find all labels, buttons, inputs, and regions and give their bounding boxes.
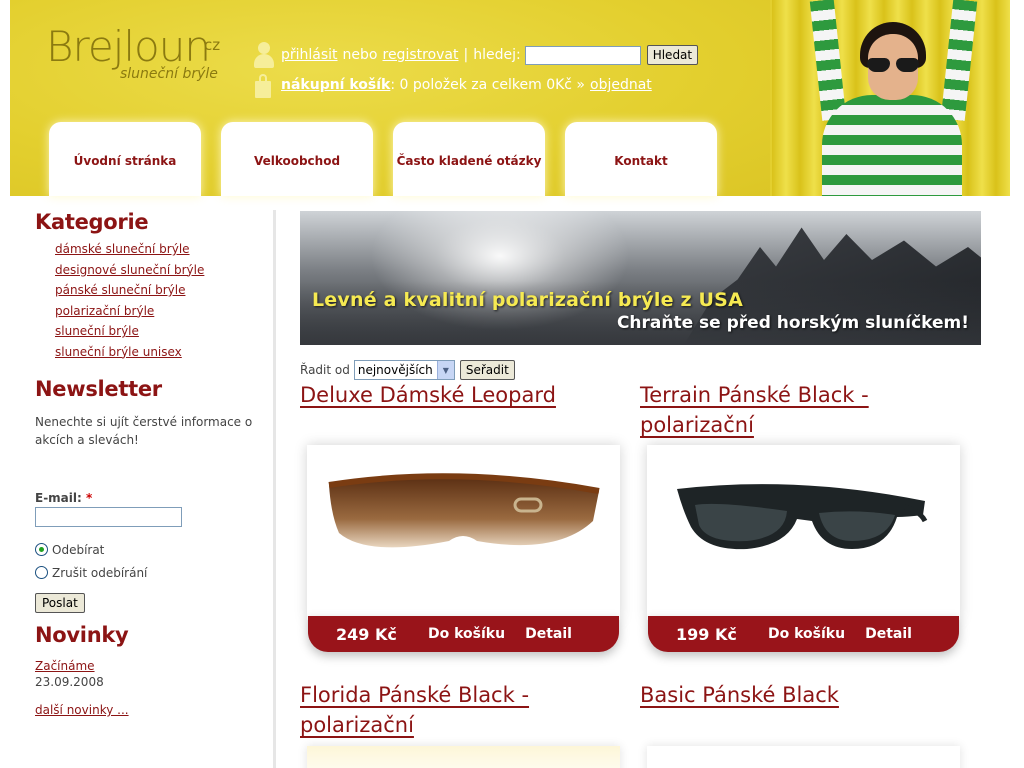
product-title-link[interactable]: Terrain Pánské Black - polarizační <box>640 380 940 440</box>
newsletter-heading: Newsletter <box>35 377 162 401</box>
sort-bar: Řadit od nejnovějších ▼ Seřadit <box>300 360 515 380</box>
category-link-sunglasses[interactable]: sluneční brýle <box>55 324 139 338</box>
category-item: dámské sluneční brýle <box>55 242 265 263</box>
site-header: Brejloun cz sluneční brýle přihlásit neb… <box>10 0 1010 196</box>
unsubscribe-label: Zrušit odebírání <box>52 565 148 580</box>
email-label-text: E-mail: <box>35 491 82 505</box>
user-bar: přihlásit nebo registrovat | hledej: Hle… <box>253 40 699 70</box>
category-link-womens[interactable]: dámské sluneční brýle <box>55 242 190 256</box>
product-title-link[interactable]: Deluxe Dámské Leopard <box>300 380 620 410</box>
product-price: 249 Kč <box>336 624 397 644</box>
separator: | <box>463 47 469 63</box>
subscribe-label: Odebírat <box>52 542 105 557</box>
nav-tab-faq[interactable]: Často kladené otázky <box>393 122 545 196</box>
sort-button[interactable]: Seřadit <box>459 360 515 380</box>
category-list: dámské sluneční brýle designové sluneční… <box>55 242 265 365</box>
newsletter-text: Nenechte si ujít čerstvé informace o akc… <box>35 415 253 447</box>
product-price: 199 Kč <box>676 624 737 644</box>
product-action-bar: 249 Kč Do košíku Detail <box>308 616 619 652</box>
add-to-cart-button[interactable]: Do košíku <box>768 626 845 642</box>
promo-banner[interactable]: Levné a kvalitní polarizační brýle z USA… <box>300 211 981 345</box>
product-image[interactable] <box>647 746 960 768</box>
sunglasses-image <box>677 484 928 550</box>
logo-wordmark: Brejloun <box>46 22 211 71</box>
add-to-cart-button[interactable]: Do košíku <box>428 626 505 642</box>
sidebar-divider <box>273 210 276 768</box>
email-label: E-mail: * <box>35 491 265 505</box>
product-title-link[interactable]: Florida Pánské Black - polarizační <box>300 680 600 740</box>
news-heading: Novinky <box>35 623 129 647</box>
cart-bar: nákupní košík : 0 položek za celkem 0Kč … <box>253 70 652 100</box>
nav-tab-contact[interactable]: Kontakt <box>565 122 717 196</box>
product-action-bar: 199 Kč Do košíku Detail <box>648 616 959 652</box>
category-link-designer[interactable]: designové sluneční brýle <box>55 263 204 277</box>
cart-summary: : 0 položek za celkem 0Kč » <box>390 77 585 93</box>
logo-tld: cz <box>204 36 221 54</box>
banner-subline: Chraňte se před horským sluníčkem! <box>616 313 969 333</box>
sort-label: Řadit od <box>300 363 350 377</box>
email-field[interactable] <box>35 507 182 527</box>
search-label: hledej: <box>473 47 521 63</box>
detail-button[interactable]: Detail <box>865 626 912 642</box>
search-input[interactable] <box>524 45 641 65</box>
product-card: 199 Kč Do košíku Detail <box>647 445 960 655</box>
category-item: designové sluneční brýle <box>55 263 265 284</box>
site-logo[interactable]: Brejloun cz sluneční brýle <box>46 26 226 86</box>
sort-select[interactable]: nejnovějších ▼ <box>353 360 455 380</box>
sunglasses-image <box>328 473 600 548</box>
header-model-photo <box>772 0 1010 196</box>
cart-link[interactable]: nákupní košík <box>281 77 390 93</box>
categories-heading: Kategorie <box>35 210 149 234</box>
shopping-bag-icon <box>253 72 273 98</box>
more-news: další novinky ... <box>35 703 265 717</box>
sort-selected-value: nejnovějších <box>357 363 433 377</box>
subscribe-radio[interactable] <box>35 543 48 556</box>
chevron-down-icon[interactable]: ▼ <box>436 361 454 379</box>
news-date: 23.09.2008 <box>35 675 104 689</box>
news-item-link[interactable]: Začínáme <box>35 659 95 673</box>
login-link[interactable]: přihlásit <box>281 47 338 63</box>
more-news-link[interactable]: další novinky ... <box>35 703 129 717</box>
order-link[interactable]: objednat <box>590 77 652 93</box>
sidebar: Kategorie dámské sluneční brýle designov… <box>35 210 265 717</box>
category-item: sluneční brýle <box>55 324 265 345</box>
product-title-link[interactable]: Basic Pánské Black <box>640 680 940 710</box>
register-link[interactable]: registrovat <box>383 47 459 63</box>
user-icon <box>253 42 275 68</box>
required-marker: * <box>86 491 93 505</box>
nav-tab-home[interactable]: Úvodní stránka <box>49 122 201 196</box>
banner-headline: Levné a kvalitní polarizační brýle z USA <box>312 289 743 311</box>
unsubscribe-radio[interactable] <box>35 566 48 579</box>
detail-button[interactable]: Detail <box>525 626 572 642</box>
or-text: nebo <box>342 47 378 63</box>
news-item: Začínáme <box>35 659 265 673</box>
nav-tab-wholesale[interactable]: Velkoobchod <box>221 122 373 196</box>
category-item: pánské sluneční brýle <box>55 283 265 304</box>
product-image[interactable] <box>307 746 620 768</box>
category-link-polarized[interactable]: polarizační brýle <box>55 304 154 318</box>
product-image[interactable] <box>307 445 620 620</box>
newsletter-submit-button[interactable]: Poslat <box>35 593 85 613</box>
category-item: polarizační brýle <box>55 304 265 325</box>
search-button[interactable]: Hledat <box>646 45 699 65</box>
category-link-unisex[interactable]: sluneční brýle unisex <box>55 345 182 359</box>
main-nav: Úvodní stránka Velkoobchod Často kladené… <box>49 122 717 196</box>
unsubscribe-option[interactable]: Zrušit odebírání <box>35 564 265 581</box>
category-link-mens[interactable]: pánské sluneční brýle <box>55 283 185 297</box>
subscribe-option[interactable]: Odebírat <box>35 541 265 558</box>
product-card: 249 Kč Do košíku Detail <box>307 445 620 655</box>
logo-tagline: sluneční brýle <box>120 66 218 82</box>
product-image[interactable] <box>647 445 960 620</box>
category-item: sluneční brýle unisex <box>55 345 265 366</box>
